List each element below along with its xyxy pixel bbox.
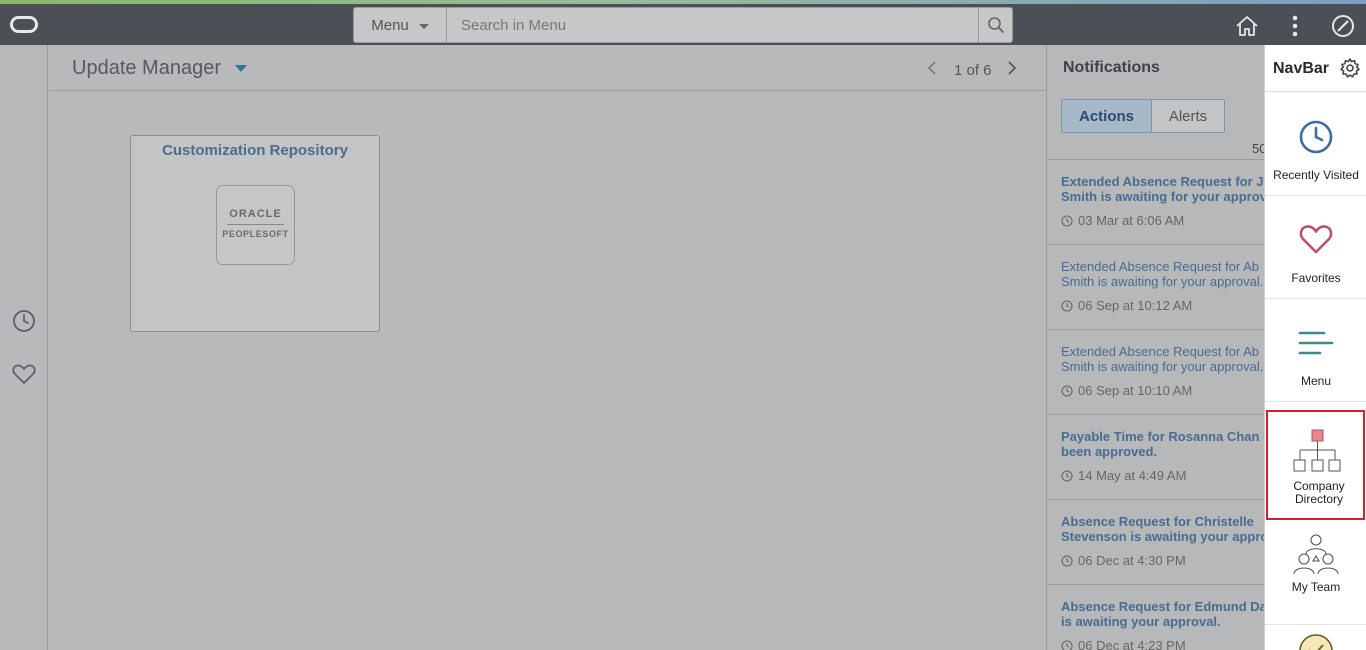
notifications-count: 50 — [1252, 141, 1264, 156]
home-button[interactable] — [1233, 12, 1261, 40]
navbar-item-label: Recently Visited — [1273, 168, 1359, 182]
pager-text: 1 of 6 — [954, 62, 992, 79]
favorites-icon — [1299, 225, 1333, 254]
gear-icon[interactable] — [1339, 57, 1361, 79]
org-chart-icon — [1293, 429, 1341, 472]
clock-icon — [1061, 299, 1073, 312]
logo-oracle-text: ORACLE — [229, 208, 282, 220]
clock-icon — [1061, 469, 1073, 482]
clock-face-icon — [1299, 634, 1333, 650]
navbar-button[interactable] — [1329, 12, 1357, 40]
notification-text: Extended Absence Request for Ab Smith is… — [1061, 259, 1264, 289]
search-category-label: Menu — [371, 16, 409, 34]
notification-item[interactable]: Extended Absence Request for Ab Smith is… — [1047, 330, 1264, 415]
top-header: Menu — [0, 4, 1366, 45]
clock-icon — [1061, 554, 1073, 567]
actions-menu-button[interactable] — [1281, 12, 1309, 40]
left-rail — [0, 45, 48, 650]
navbar-item-company-directory[interactable]: Company Directory — [1266, 410, 1365, 520]
page-title[interactable]: Update Manager — [72, 57, 221, 80]
chevron-right-icon[interactable] — [1005, 60, 1019, 76]
logo-divider — [227, 224, 284, 225]
notifications-title: Notifications — [1063, 59, 1160, 76]
clock-icon — [1061, 639, 1073, 650]
navbar-item-label: Menu — [1300, 374, 1332, 388]
clock-icon — [1061, 214, 1073, 227]
notification-item[interactable]: Payable Time for Rosanna Chan has been a… — [1047, 415, 1264, 500]
notification-time: 06 Dec at 4:30 PM — [1061, 553, 1186, 568]
navbar-item-label: Company Directory — [1293, 479, 1345, 506]
navbar-panel: NavBar Recently Visited Favorites Menu C… — [1264, 45, 1366, 650]
page-title-bar: Update Manager 1 of 6 — [49, 45, 1046, 91]
compass-icon — [1332, 15, 1354, 37]
notifications-panel: Notifications Actions Alerts 50 Extended… — [1046, 45, 1264, 650]
tile-title: Customization Repository — [162, 142, 348, 159]
notification-time: 06 Sep at 10:12 AM — [1061, 298, 1192, 313]
more-vertical-icon — [1292, 15, 1298, 37]
navbar-item-favorites[interactable]: Favorites — [1265, 196, 1366, 299]
global-search: Menu — [353, 7, 1013, 43]
navbar-header: NavBar — [1265, 45, 1366, 92]
search-input[interactable] — [447, 8, 978, 42]
notification-item[interactable]: Absence Request for Christelle Stevenson… — [1047, 500, 1264, 585]
navbar-title: NavBar — [1273, 60, 1330, 77]
favorites-icon[interactable] — [11, 361, 37, 387]
tab-alerts[interactable]: Alerts — [1152, 99, 1225, 133]
notification-text: Extended Absence Request for Jo Smith is… — [1061, 174, 1264, 204]
notification-time: 14 May at 4:49 AM — [1061, 468, 1186, 483]
chevron-down-icon — [418, 24, 429, 29]
home-icon — [1236, 16, 1258, 36]
notification-text: Payable Time for Rosanna Chan has been a… — [1061, 429, 1264, 459]
notification-time: 06 Sep at 10:10 AM — [1061, 383, 1192, 398]
notifications-tabs: Actions Alerts — [1061, 99, 1225, 133]
search-button[interactable] — [978, 8, 1012, 42]
my-team-icon — [1293, 534, 1339, 575]
oracle-peoplesoft-logo: ORACLE PEOPLESOFT — [216, 185, 295, 265]
navbar-item-menu[interactable]: Menu — [1265, 299, 1366, 402]
search-category-dropdown[interactable]: Menu — [354, 8, 447, 42]
recently-visited-icon — [1299, 120, 1333, 154]
recently-visited-icon[interactable] — [11, 308, 37, 334]
navbar-item-partial[interactable] — [1298, 633, 1334, 650]
notification-time: 06 Dec at 4:23 PM — [1061, 638, 1186, 650]
navbar-item-my-team[interactable]: My Team — [1265, 522, 1366, 625]
customization-repository-tile[interactable]: Customization Repository ORACLE PEOPLESO… — [130, 135, 380, 332]
navbar-item-label: Favorites — [1291, 271, 1341, 285]
tab-actions[interactable]: Actions — [1061, 99, 1152, 133]
notification-item[interactable]: Extended Absence Request for Jo Smith is… — [1047, 160, 1264, 245]
clock-icon — [1061, 384, 1073, 397]
notification-time: 03 Mar at 6:06 AM — [1061, 213, 1184, 228]
navbar-item-recently-visited[interactable]: Recently Visited — [1265, 93, 1366, 196]
navbar-item-label: My Team — [1291, 580, 1341, 594]
notification-item[interactable]: Absence Request for Edmund Davis is awai… — [1047, 585, 1264, 650]
menu-icon — [1298, 331, 1334, 355]
notification-text: Absence Request for Edmund Davis is awai… — [1061, 599, 1264, 629]
search-icon — [987, 17, 1004, 33]
title-dropdown-icon[interactable] — [235, 65, 247, 72]
chevron-left-icon[interactable] — [925, 60, 939, 76]
notification-text: Absence Request for Christelle Stevenson… — [1061, 514, 1264, 544]
notification-text: Extended Absence Request for Ab Smith is… — [1061, 344, 1264, 374]
notification-item[interactable]: Extended Absence Request for Ab Smith is… — [1047, 245, 1264, 330]
oracle-logo[interactable] — [10, 16, 38, 33]
logo-peoplesoft-text: PEOPLESOFT — [222, 229, 289, 239]
